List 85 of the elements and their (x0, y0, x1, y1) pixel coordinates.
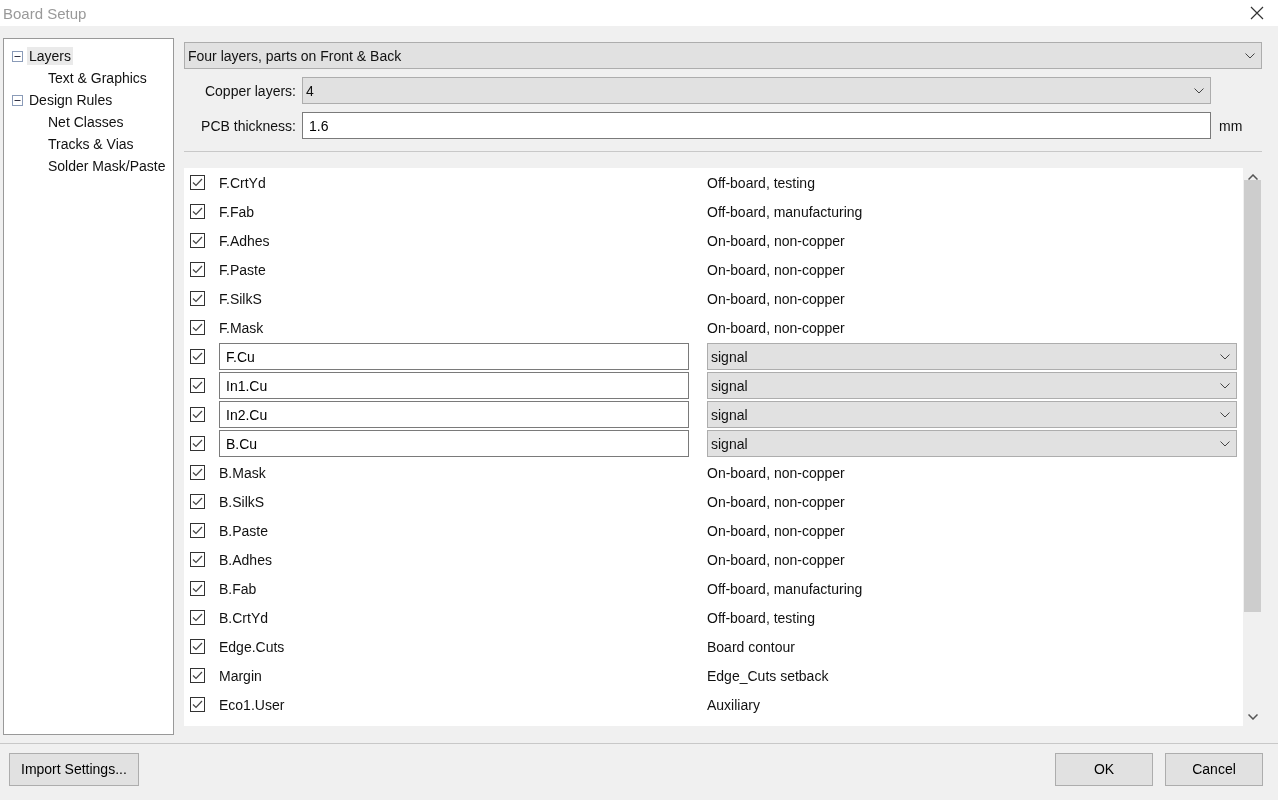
collapse-icon[interactable] (12, 50, 23, 62)
checkbox[interactable] (190, 175, 205, 190)
field-label: PCB thickness: (200, 117, 296, 134)
layer-description: On-board, non-copper (707, 464, 845, 481)
copper-layers-dropdown[interactable]: 4 (302, 77, 1211, 104)
checkbox[interactable] (190, 291, 205, 306)
checkbox[interactable] (190, 552, 205, 567)
tree-item[interactable]: Solder Mask/Paste (46, 157, 168, 175)
tree-item[interactable]: Layers (27, 47, 74, 65)
layer-name: F.Fab (219, 203, 255, 220)
checkbox[interactable] (190, 523, 205, 538)
layer-name: Eco1.User (219, 696, 286, 713)
unit-label: mm (1218, 117, 1244, 134)
tree-item[interactable]: Text & Graphics (46, 69, 149, 87)
chevron-down-icon (1220, 382, 1230, 389)
checkbox[interactable] (190, 494, 205, 509)
chevron-down-icon (1220, 411, 1230, 418)
layer-name: F.CrtYd (219, 174, 267, 191)
checkbox[interactable] (190, 204, 205, 219)
layer-description: Auxiliary (707, 696, 760, 713)
checkbox[interactable] (190, 378, 205, 393)
checkbox[interactable] (190, 581, 205, 596)
checkbox[interactable] (190, 349, 205, 364)
checkbox[interactable] (190, 262, 205, 277)
tree-item[interactable]: Net Classes (46, 113, 126, 131)
layer-name: F.SilkS (219, 290, 263, 307)
layer-type-dropdown[interactable]: signal (707, 401, 1237, 428)
layer-name: B.SilkS (219, 493, 266, 510)
checkbox[interactable] (190, 320, 205, 335)
layer-description: On-board, non-copper (707, 522, 845, 539)
checkbox[interactable] (190, 407, 205, 422)
layer-name: B.Paste (219, 522, 270, 539)
layer-description: Edge_Cuts setback (707, 667, 829, 684)
checkbox[interactable] (190, 233, 205, 248)
layer-type-dropdown[interactable]: signal (707, 430, 1237, 457)
layer-name: B.CrtYd (219, 609, 269, 626)
layer-name-field[interactable]: In2.Cu (219, 401, 689, 428)
scroll-down-icon[interactable] (1247, 714, 1258, 720)
layer-description: Off-board, testing (707, 609, 815, 626)
ok-button[interactable]: OK (1055, 752, 1153, 786)
chevron-down-icon (1245, 52, 1255, 59)
layer-name: B.Fab (219, 580, 258, 597)
checkbox[interactable] (190, 639, 205, 654)
cancel-button[interactable]: Cancel (1165, 752, 1263, 786)
layer-name-field[interactable]: B.Cu (219, 430, 689, 457)
layer-name: B.Adhes (219, 551, 273, 568)
layer-name: F.Paste (219, 261, 267, 278)
window-title: Board Setup (3, 4, 87, 22)
checkbox[interactable] (190, 465, 205, 480)
layer-description: On-board, non-copper (707, 319, 845, 336)
tree-item[interactable]: Design Rules (27, 91, 115, 109)
layer-description: On-board, non-copper (707, 290, 845, 307)
checkbox[interactable] (190, 610, 205, 625)
layer-name: Margin (219, 667, 263, 684)
checkbox[interactable] (190, 668, 205, 683)
layer-name: F.Adhes (219, 232, 271, 249)
layer-description: Off-board, testing (707, 174, 815, 191)
layer-name: Edge.Cuts (219, 638, 286, 655)
layer-description: On-board, non-copper (707, 261, 845, 278)
tree-item[interactable]: Tracks & Vias (46, 135, 136, 153)
field-label: Copper layers: (203, 82, 296, 99)
chevron-down-icon (1194, 87, 1204, 94)
layer-name: B.Mask (219, 464, 267, 481)
layer-name-field[interactable]: In1.Cu (219, 372, 689, 399)
checkbox[interactable] (190, 436, 205, 451)
chevron-down-icon (1220, 440, 1230, 447)
layer-type-dropdown[interactable]: signal (707, 343, 1237, 370)
close-icon[interactable] (1250, 6, 1264, 20)
collapse-icon[interactable] (12, 94, 23, 106)
layer-description: Off-board, manufacturing (707, 580, 863, 597)
checkbox[interactable] (190, 697, 205, 712)
layer-type-dropdown[interactable]: signal (707, 372, 1237, 399)
scroll-up-icon[interactable] (1247, 174, 1258, 180)
layer-description: On-board, non-copper (707, 551, 845, 568)
chevron-down-icon (1220, 353, 1230, 360)
layer-name-field[interactable]: F.Cu (219, 343, 689, 370)
layer-name: F.Mask (219, 319, 265, 336)
layer-description: Board contour (707, 638, 795, 655)
layer-description: Off-board, manufacturing (707, 203, 863, 220)
thickness-field[interactable]: 1.6 (302, 112, 1211, 139)
import-settings-button[interactable]: Import Settings... (9, 752, 139, 786)
scrollbar-thumb[interactable] (1244, 180, 1261, 612)
layer-description: On-board, non-copper (707, 493, 845, 510)
preset-dropdown[interactable]: Four layers, parts on Front & Back (184, 42, 1262, 69)
layer-description: On-board, non-copper (707, 232, 845, 249)
